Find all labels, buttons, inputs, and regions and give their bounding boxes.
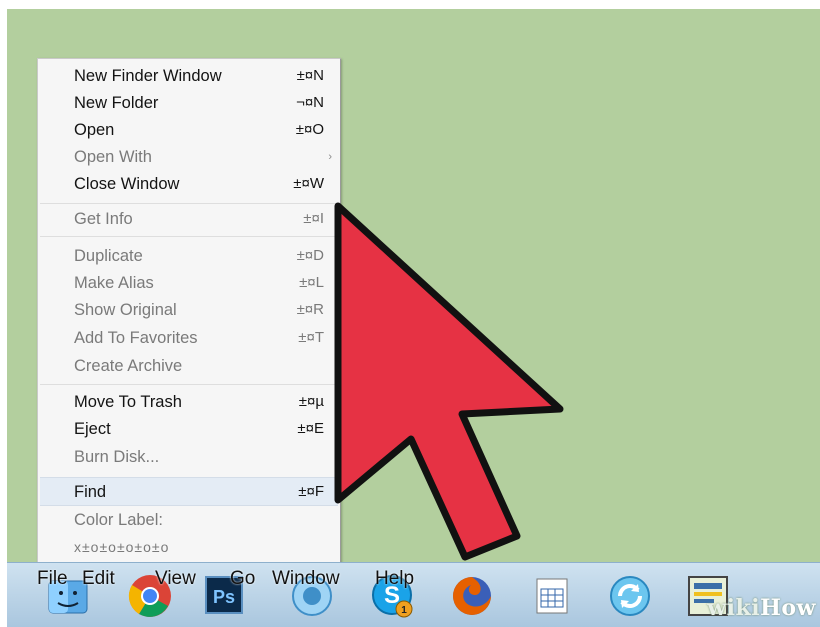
watermark-wiki: wiki [707, 595, 761, 621]
red-pointer-arrow-icon [334, 202, 564, 561]
wikihow-watermark: wikiHow [707, 595, 816, 621]
desktop: New Finder Window ±¤N New Folder ¬¤N Ope… [7, 9, 820, 627]
watermark-how: How [760, 595, 816, 621]
